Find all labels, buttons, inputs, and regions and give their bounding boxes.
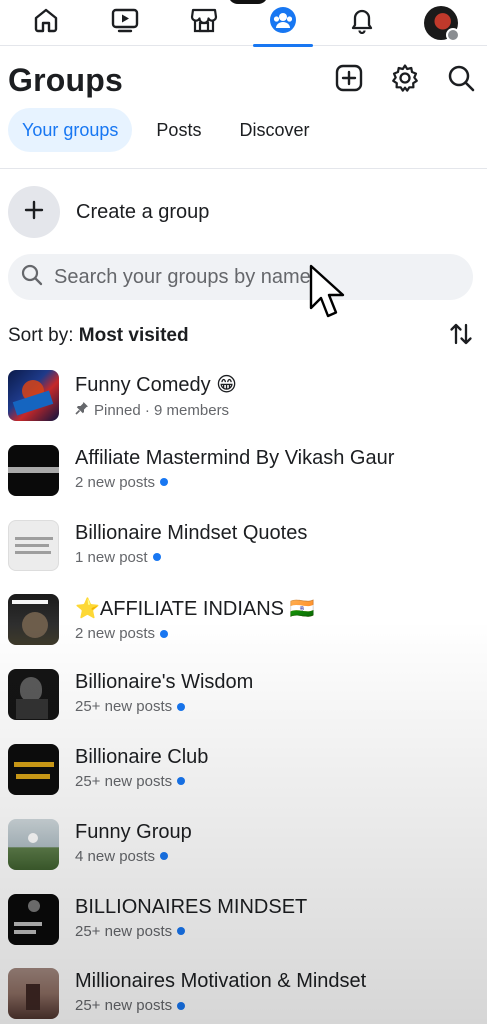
tab-posts[interactable]: Posts <box>142 108 215 152</box>
sort-row: Sort by: Most visited <box>8 322 474 350</box>
tab-bar: Your groups Posts Discover <box>8 108 323 152</box>
header-actions <box>331 62 479 98</box>
group-name: Millionaires Motivation & Mindset <box>75 970 367 993</box>
gear-icon <box>390 63 420 98</box>
group-name: Billionaire Mindset Quotes <box>75 521 308 544</box>
list-item[interactable]: Affiliate Mastermind By Vikash Gaur 2 ne… <box>8 443 478 518</box>
group-meta: 25+ new posts <box>75 997 173 1015</box>
home-icon <box>32 6 60 39</box>
list-item[interactable]: ⭐AFFILIATE INDIANS 🇮🇳 2 new posts <box>8 592 478 667</box>
unread-dot <box>160 629 169 638</box>
pin-icon <box>75 401 89 419</box>
list-item[interactable]: Billionaire's Wisdom 25+ new posts <box>8 667 478 742</box>
group-thumbnail <box>8 444 59 496</box>
sort-value: Most visited <box>78 325 189 346</box>
search-icon <box>20 263 44 292</box>
top-navigation <box>0 0 487 47</box>
group-thumbnail <box>8 818 59 870</box>
group-name: Billionaire Club <box>75 745 209 768</box>
group-thumbnail <box>8 594 59 646</box>
group-meta: 1 new post <box>75 548 148 566</box>
search-input[interactable] <box>54 265 454 289</box>
page-title: Groups <box>8 61 123 98</box>
group-thumbnail <box>8 519 59 571</box>
create-group-row[interactable]: Create a group <box>8 186 209 238</box>
group-meta: 2 new posts <box>75 625 156 643</box>
nav-groups[interactable] <box>253 0 314 47</box>
avatar <box>424 5 461 42</box>
group-thumbnail <box>8 968 59 1020</box>
tab-discover[interactable]: Discover <box>225 108 323 152</box>
groups-list: Funny Comedy 😁 Pinned · 9 members Affili… <box>8 368 478 1024</box>
video-icon <box>110 6 140 39</box>
group-meta: 25+ new posts <box>75 922 173 940</box>
search-button[interactable] <box>443 62 479 98</box>
add-icon <box>334 63 364 98</box>
group-name: Funny Comedy 😁 <box>75 374 238 396</box>
settings-button[interactable] <box>387 62 423 98</box>
list-item[interactable]: Billionaire Club 25+ new posts <box>8 742 478 817</box>
store-icon <box>189 6 219 39</box>
unread-dot <box>152 553 161 562</box>
tab-your-groups[interactable]: Your groups <box>8 108 133 152</box>
list-item[interactable]: BILLIONAIRES MINDSET 25+ new posts <box>8 892 478 967</box>
group-name: Billionaire's Wisdom <box>75 671 254 694</box>
groups-icon <box>268 5 298 40</box>
search-icon <box>446 63 476 98</box>
group-name: BILLIONAIRES MINDSET <box>75 895 308 918</box>
sort-label[interactable]: Sort by: Most visited <box>8 325 189 347</box>
group-meta: 25+ new posts <box>75 772 173 790</box>
group-thumbnail <box>8 743 59 795</box>
group-name: Funny Group <box>75 820 192 843</box>
group-thumbnail <box>8 370 59 421</box>
nav-marketplace[interactable] <box>174 0 234 46</box>
mouse-cursor-icon <box>308 264 348 327</box>
group-thumbnail <box>8 669 59 721</box>
list-item[interactable]: Millionaires Motivation & Mindset 25+ ne… <box>8 966 478 1024</box>
group-meta: 25+ new posts <box>75 698 173 716</box>
nav-home[interactable] <box>16 0 76 46</box>
create-group-label: Create a group <box>76 200 210 223</box>
group-meta: 2 new posts <box>75 473 156 491</box>
create-group-button[interactable] <box>8 186 60 238</box>
list-item[interactable]: Billionaire Mindset Quotes 1 new post <box>8 518 478 593</box>
page-header: Groups <box>8 58 479 102</box>
unread-dot <box>177 1001 186 1010</box>
group-search-bar[interactable] <box>8 254 473 300</box>
sort-toggle-icon[interactable] <box>448 321 474 352</box>
group-name: Affiliate Mastermind By Vikash Gaur <box>75 446 395 469</box>
create-button[interactable] <box>331 62 367 98</box>
status-dot <box>446 27 461 42</box>
group-name: ⭐AFFILIATE INDIANS 🇮🇳 <box>75 598 315 621</box>
unread-dot <box>177 777 186 786</box>
list-item[interactable]: Funny Group 4 new posts <box>8 817 478 892</box>
group-meta: Pinned · 9 members <box>94 401 230 419</box>
unread-dot <box>160 478 169 487</box>
divider <box>0 168 487 169</box>
group-meta: 4 new posts <box>75 847 156 865</box>
unread-dot <box>160 852 169 861</box>
list-item[interactable]: Funny Comedy 😁 Pinned · 9 members <box>8 368 478 443</box>
plus-icon <box>23 199 45 226</box>
unread-dot <box>177 702 186 711</box>
bell-icon <box>348 6 376 39</box>
unread-dot <box>177 927 186 936</box>
sort-prefix: Sort by: <box>8 325 74 346</box>
nav-watch[interactable] <box>95 0 155 46</box>
nav-profile[interactable] <box>411 0 471 46</box>
nav-notifications[interactable] <box>332 0 392 46</box>
group-thumbnail <box>8 893 59 945</box>
